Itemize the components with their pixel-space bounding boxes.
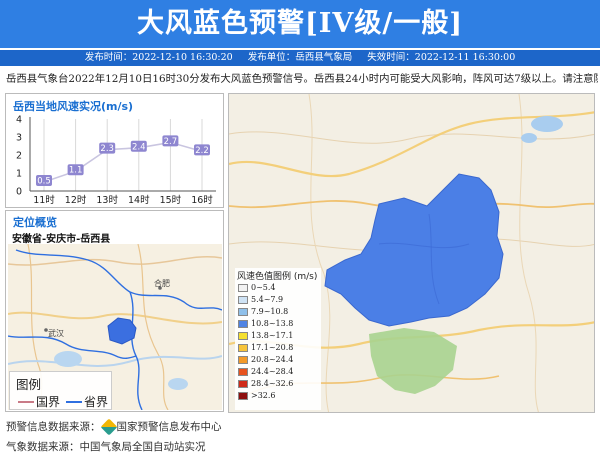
chart-x-tick-label: 16时 <box>191 194 213 206</box>
wind-legend-swatch <box>238 380 248 388</box>
chart-data-label: 2.7 <box>164 137 178 147</box>
wind-legend-row: 17.1~20.8 <box>238 343 293 354</box>
weather-data-source: 气象数据来源：中国气象局全国自动站实况 <box>6 441 206 453</box>
overview-legend: 图例 国界 省界 <box>9 371 112 410</box>
map-label-wuhan: 武汉 <box>48 328 64 338</box>
warning-title-bar: 大风蓝色预警[IV级/一般] <box>0 0 600 48</box>
chart-data-label: 0.5 <box>37 177 51 187</box>
wind-legend-swatch <box>238 308 248 316</box>
chart-y-tick-label: 0 <box>16 187 22 198</box>
wind-legend-swatch <box>238 392 248 400</box>
wind-legend-swatch <box>238 368 248 376</box>
wind-legend-label: 5.4~7.9 <box>251 295 284 304</box>
wind-legend-label: 0~5.4 <box>251 283 276 292</box>
chart-y-tick-label: 2 <box>16 151 22 162</box>
wind-legend-swatch <box>238 344 248 352</box>
wind-legend-label: >32.6 <box>251 391 276 400</box>
legend-provincial-border-label: 省界 <box>84 395 109 409</box>
wind-legend-swatch <box>238 356 248 364</box>
chart-x-tick-label: 12时 <box>65 194 87 206</box>
warning-title: 大风蓝色预警[IV级/一般] <box>137 8 463 39</box>
wind-legend-row: >32.6 <box>238 391 276 402</box>
chart-data-label: 1.1 <box>69 166 83 176</box>
publish-time: 发布时间：2022-12-10 16:30:20 <box>84 52 233 63</box>
wind-legend-label: 17.1~20.8 <box>251 343 294 352</box>
chart-x-tick-label: 13时 <box>96 194 118 206</box>
chart-x-tick-label: 15时 <box>160 194 182 206</box>
wind-legend-row: 5.4~7.9 <box>238 295 283 306</box>
warning-source-prefix: 预警信息数据来源： <box>6 421 101 433</box>
warning-center-logo-icon <box>100 418 117 436</box>
chart-data-label: 2.3 <box>100 144 114 154</box>
chart-y-tick-label: 4 <box>16 115 22 126</box>
location-panel-title: 定位概览 <box>13 216 57 229</box>
wind-legend-row: 13.8~17.1 <box>238 331 293 342</box>
chart-y-tick-label: 3 <box>16 133 22 144</box>
wind-legend-row: 24.4~28.4 <box>238 367 293 378</box>
wind-legend-swatch <box>238 320 248 328</box>
wind-legend-label: 13.8~17.1 <box>251 331 294 340</box>
warning-meta-bar: 发布时间：2022-12-10 16:30:20 发布单位：岳西县气象局 失效时… <box>0 50 600 66</box>
warning-source-name: 国家预警信息发布中心 <box>116 421 222 433</box>
chart-x-tick-label: 11时 <box>33 194 55 206</box>
publisher: 发布单位：岳西县气象局 <box>247 52 353 63</box>
chart-y-tick-label: 1 <box>16 169 22 180</box>
chart-x-tick-label: 14时 <box>128 194 150 206</box>
wind-color-legend: 风速色值图例 (m/s) 0~5.4 5.4~7.9 7.9~10.8 10.8… <box>235 268 321 410</box>
wind-legend-row: 28.4~32.6 <box>238 379 293 390</box>
wind-legend-label: 10.8~13.8 <box>251 319 294 328</box>
chart-data-label: 2.2 <box>195 146 209 156</box>
wind-legend-swatch <box>238 284 248 292</box>
expire-time: 失效时间：2022-12-11 16:30:00 <box>367 52 516 63</box>
national-border-swatch <box>18 401 34 403</box>
chart-data-label: 2.4 <box>132 142 146 152</box>
wind-speed-chart: 0 1 2 3 4 11时 12时 13时 14时 15时 16时 0.5 1.1 2.3 2.4 2.7 2.… <box>16 115 216 206</box>
map-label-hefei: 合肥 <box>154 278 170 288</box>
overview-legend-title: 图例 <box>16 377 42 392</box>
legend-national-border-label: 国界 <box>36 395 61 409</box>
wind-legend-swatch <box>238 296 248 304</box>
wind-legend-swatch <box>238 332 248 340</box>
wind-legend-row: 7.9~10.8 <box>238 307 288 318</box>
provincial-border-swatch <box>66 401 82 403</box>
wind-legend-row: 0~5.4 <box>238 283 276 294</box>
chart-series-line <box>43 141 203 183</box>
warning-source: 预警信息数据来源： 国家预警信息发布中心 <box>6 418 222 436</box>
wind-legend-label: 28.4~32.6 <box>251 379 294 388</box>
wind-legend-label: 24.4~28.4 <box>251 367 294 376</box>
warning-description: 岳西县气象台2022年12月10日16时30分发布大风蓝色预警信号。岳西县24小… <box>6 73 598 85</box>
location-path: 安徽省-安庆市-岳西县 <box>12 234 111 245</box>
wind-legend-label: 20.8~24.4 <box>251 355 294 364</box>
wind-speed-panel: 岳西当地风速实况(m/s) 0 1 2 3 4 11时 12时 13时 14时 15时 16时 0.5… <box>5 93 224 208</box>
wind-legend-row: 10.8~13.8 <box>238 319 293 330</box>
wind-legend-title: 风速色值图例 (m/s) <box>237 272 318 282</box>
wind-legend-label: 7.9~10.8 <box>251 307 289 316</box>
wind-legend-row: 20.8~24.4 <box>238 355 293 366</box>
